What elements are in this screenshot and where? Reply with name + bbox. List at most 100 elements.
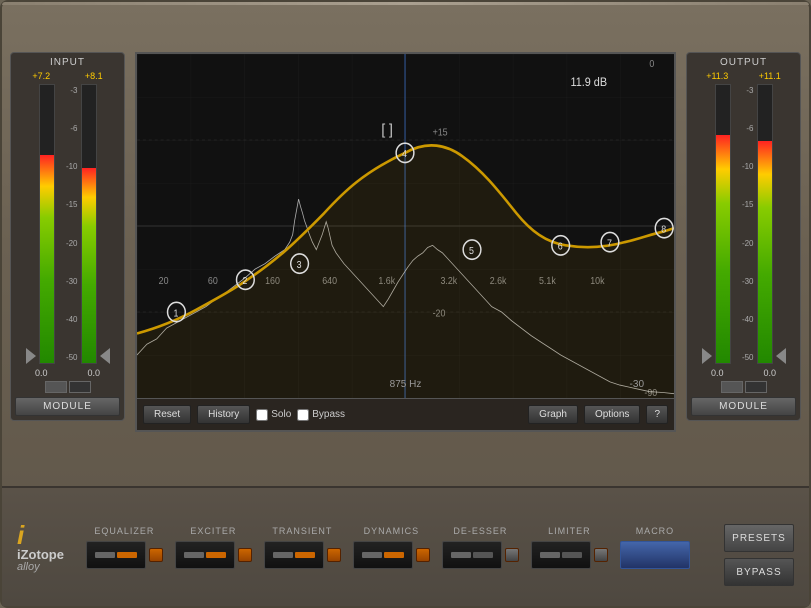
macro-module: MACRO bbox=[620, 526, 690, 569]
macro-controls bbox=[620, 541, 690, 569]
input-bottom-values: 0.0 0.0 bbox=[15, 368, 120, 378]
eq-bar-2 bbox=[117, 552, 137, 558]
output-meter-left-fill bbox=[716, 135, 730, 363]
output-link bbox=[691, 381, 796, 393]
input-link-right[interactable] bbox=[69, 381, 91, 393]
main-container: INPUT +7.2 +8.1 -3 -6 -10 -15 -20 -30 -4… bbox=[0, 0, 811, 608]
svg-text:20: 20 bbox=[159, 276, 169, 286]
input-level-right: +8.1 bbox=[85, 71, 103, 81]
tr-bar-1 bbox=[273, 552, 293, 558]
output-meter-right bbox=[757, 84, 773, 364]
output-section: OUTPUT +11.3 +11.1 -3 -6 -10 -15 -20 -30… bbox=[686, 52, 801, 421]
svg-text:3: 3 bbox=[297, 260, 302, 270]
dy-bar-1 bbox=[362, 552, 382, 558]
output-right-arrow[interactable] bbox=[776, 348, 786, 364]
svg-text:5: 5 bbox=[469, 246, 474, 256]
input-meters: -3 -6 -10 -15 -20 -30 -40 -50 bbox=[15, 84, 120, 364]
bypass-group: Bypass bbox=[297, 409, 345, 421]
de-bar-2 bbox=[473, 552, 493, 558]
input-meter-right-fill bbox=[82, 168, 96, 363]
exciter-toggle[interactable] bbox=[238, 548, 252, 562]
freq-display: 875 Hz bbox=[390, 379, 422, 390]
help-button[interactable]: ? bbox=[646, 405, 668, 424]
svg-text:6: 6 bbox=[558, 241, 563, 251]
macro-button[interactable] bbox=[620, 541, 690, 569]
tr-bar-2 bbox=[295, 552, 315, 558]
transient-module: TRANSIENT bbox=[264, 526, 341, 569]
output-scale: -3 -6 -10 -15 -20 -30 -40 -50 bbox=[734, 84, 754, 364]
limiter-label: LIMITER bbox=[548, 526, 591, 536]
solo-checkbox[interactable] bbox=[256, 409, 268, 421]
solo-group: Solo bbox=[256, 409, 291, 421]
equalizer-slot bbox=[86, 541, 146, 569]
eq-bar-1 bbox=[95, 552, 115, 558]
svg-text:[ ]: [ ] bbox=[381, 122, 392, 139]
solo-label: Solo bbox=[271, 409, 291, 420]
input-bottom-right: 0.0 bbox=[87, 368, 100, 378]
output-link-left[interactable] bbox=[721, 381, 743, 393]
input-module-button[interactable]: MODULE bbox=[15, 397, 120, 416]
input-meter-right bbox=[81, 84, 97, 364]
equalizer-label: EQUALIZER bbox=[94, 526, 154, 536]
equalizer-module: EQUALIZER bbox=[86, 526, 163, 569]
options-button[interactable]: Options bbox=[584, 405, 640, 424]
master-bypass-button[interactable]: BYPASS bbox=[724, 558, 794, 586]
ex-bar-1 bbox=[184, 552, 204, 558]
input-left-arrow[interactable] bbox=[26, 348, 36, 364]
de-bar-1 bbox=[451, 552, 471, 558]
output-meter-left bbox=[715, 84, 731, 364]
exciter-slot bbox=[175, 541, 235, 569]
svg-text:0: 0 bbox=[649, 59, 654, 69]
logo-product: alloy bbox=[17, 561, 40, 573]
deesser-toggle[interactable] bbox=[505, 548, 519, 562]
transient-toggle[interactable] bbox=[327, 548, 341, 562]
output-label: OUTPUT bbox=[691, 57, 796, 68]
output-meter-right-fill bbox=[758, 141, 772, 363]
limiter-module: LIMITER bbox=[531, 526, 608, 569]
input-meter-left-fill bbox=[40, 155, 54, 364]
dynamics-toggle[interactable] bbox=[416, 548, 430, 562]
input-right-arrow[interactable] bbox=[100, 348, 110, 364]
output-module-button[interactable]: MODULE bbox=[691, 397, 796, 416]
history-button[interactable]: History bbox=[197, 405, 250, 424]
right-buttons: PRESETS BYPASS bbox=[724, 524, 794, 586]
output-level-right: +11.1 bbox=[759, 71, 781, 81]
output-bottom-values: 0.0 0.0 bbox=[691, 368, 796, 378]
equalizer-toggle[interactable] bbox=[149, 548, 163, 562]
svg-text:60: 60 bbox=[208, 276, 218, 286]
presets-button[interactable]: PRESETS bbox=[724, 524, 794, 552]
transient-slot bbox=[264, 541, 324, 569]
transient-controls bbox=[264, 541, 341, 569]
svg-text:11.9 dB: 11.9 dB bbox=[571, 77, 608, 90]
dy-bar-2 bbox=[384, 552, 404, 558]
bypass-label: Bypass bbox=[312, 409, 345, 420]
input-link-left[interactable] bbox=[45, 381, 67, 393]
eq-canvas[interactable]: Show Info 1x bbox=[137, 54, 674, 430]
dynamics-label: DYNAMICS bbox=[364, 526, 420, 536]
svg-text:8: 8 bbox=[661, 224, 666, 234]
dynamics-slot bbox=[353, 541, 413, 569]
svg-text:7: 7 bbox=[607, 238, 612, 248]
bypass-checkbox[interactable] bbox=[297, 409, 309, 421]
li-bar-1 bbox=[540, 552, 560, 558]
svg-text:4: 4 bbox=[402, 149, 407, 159]
exciter-controls bbox=[175, 541, 252, 569]
reset-button[interactable]: Reset bbox=[143, 405, 191, 424]
svg-text:1: 1 bbox=[173, 308, 178, 318]
eq-display: Show Info 1x bbox=[135, 52, 676, 432]
dynamics-controls bbox=[353, 541, 430, 569]
izotope-logo: i iZotope alloy bbox=[17, 522, 64, 573]
output-bottom-left: 0.0 bbox=[711, 368, 724, 378]
logo-brand: iZotope bbox=[17, 548, 64, 561]
bottom-section: i iZotope alloy EQUALIZER EXCITER bbox=[2, 486, 809, 606]
deesser-label: DE-ESSER bbox=[453, 526, 507, 536]
exciter-label: EXCITER bbox=[190, 526, 236, 536]
output-meters: -3 -6 -10 -15 -20 -30 -40 -50 bbox=[691, 84, 796, 364]
output-left-arrow[interactable] bbox=[702, 348, 712, 364]
macro-label: MACRO bbox=[636, 526, 675, 536]
output-levels: +11.3 +11.1 bbox=[691, 71, 796, 81]
graph-button[interactable]: Graph bbox=[528, 405, 578, 424]
db-display: -30 bbox=[630, 379, 644, 390]
output-link-right[interactable] bbox=[745, 381, 767, 393]
limiter-toggle[interactable] bbox=[594, 548, 608, 562]
